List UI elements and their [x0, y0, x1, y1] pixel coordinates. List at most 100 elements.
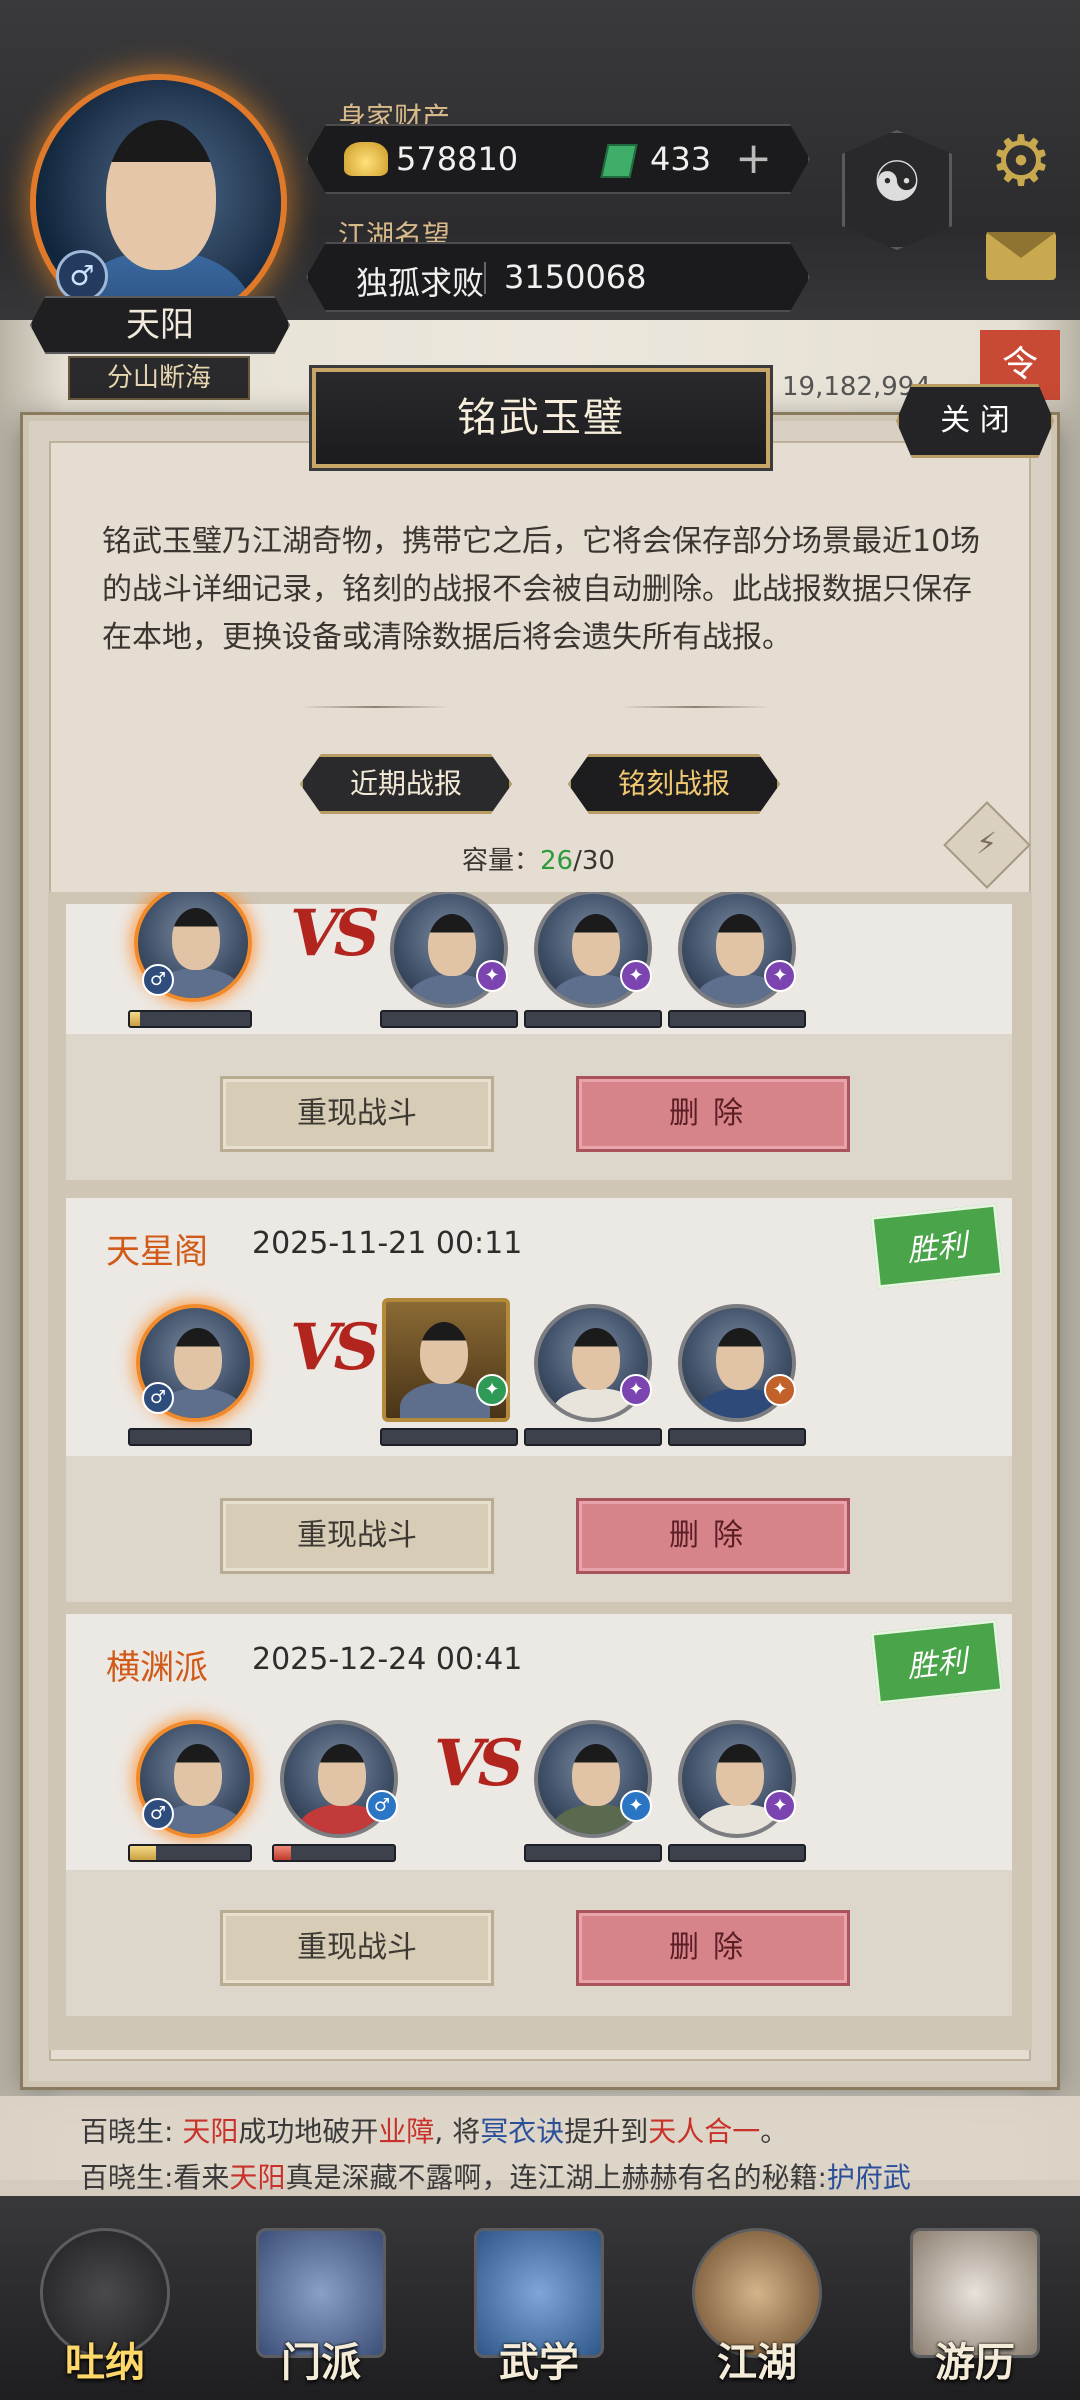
enemy-hp-bar: [524, 1844, 662, 1862]
ally-hp-bar: [272, 1844, 396, 1862]
enemy-hp-bar: [524, 1010, 662, 1028]
hp-fill: [130, 1012, 140, 1026]
mail-icon[interactable]: [986, 232, 1056, 280]
capacity-label: 容量：: [462, 846, 541, 876]
nav-jianghu[interactable]: 江湖: [672, 2200, 842, 2400]
male-gender-icon: ♂: [142, 1382, 174, 1414]
guild-name: 天星阁: [106, 1232, 208, 1272]
portrait-head: [420, 1322, 468, 1384]
nav-martial-arts[interactable]: 武学: [454, 2200, 624, 2400]
card-actions: [66, 1456, 1012, 1602]
nav-travel[interactable]: 游历: [890, 2200, 1060, 2400]
portrait-head: [428, 914, 476, 976]
replay-battle-button[interactable]: 重现战斗: [220, 1910, 494, 1986]
chat-text: , 将: [434, 2115, 481, 2148]
chat-player-name: 天阳: [229, 2161, 286, 2194]
battle-report-list[interactable]: ♂ VS ✦ ✦ ✦ 重现战斗 删除 天星阁 2025-11-21 00:11 …: [48, 892, 1032, 2050]
portrait-head: [572, 1744, 620, 1806]
gold-amount: 578810: [396, 140, 519, 178]
male-gender-icon: ♂: [142, 1798, 174, 1830]
yinyang-icon[interactable]: ☯: [842, 130, 952, 250]
jade-amount: 433: [650, 140, 712, 178]
chat-keyword: 业障: [378, 2115, 435, 2148]
jade-icon: [600, 144, 638, 178]
battle-date: 2025-11-21 00:11: [252, 1226, 523, 1261]
avatar-face: [106, 120, 216, 270]
chat-text: 成功地破开: [238, 2115, 379, 2148]
guild-name: 横渊派: [106, 1648, 208, 1688]
male-gender-icon: ♂: [142, 964, 174, 996]
vs-mark: VS: [290, 1310, 380, 1385]
replay-battle-button[interactable]: 重现战斗: [220, 1498, 494, 1574]
chat-keyword: 天人合一: [648, 2115, 761, 2148]
gear-icon[interactable]: ⚙: [984, 124, 1058, 198]
nav-label: 吐纳: [65, 2340, 145, 2386]
player-hp-bar: [128, 1428, 252, 1446]
portrait-head: [716, 1744, 764, 1806]
capacity-readout: 容量：26/30: [462, 840, 615, 877]
sect-badge-icon: ✦: [764, 1790, 796, 1822]
sect-badge-icon: ✦: [476, 1374, 508, 1406]
chat-skill-name: 护府武: [826, 2161, 911, 2194]
card-actions: [66, 1034, 1012, 1180]
close-button[interactable]: 关 闭: [896, 384, 1054, 458]
enemy-hp-bar: [380, 1428, 518, 1446]
nav-label: 游历: [935, 2340, 1015, 2386]
sect-badge-icon: ✦: [476, 960, 508, 992]
tab-engraved-reports[interactable]: 铭刻战报: [568, 754, 780, 814]
portrait-head: [716, 1328, 764, 1390]
sect-badge-icon: ♂: [366, 1790, 398, 1822]
fame-separator: [484, 262, 486, 294]
replay-battle-button[interactable]: 重现战斗: [220, 1076, 494, 1152]
portrait-head: [572, 1328, 620, 1390]
fame-bar: 独孤求败 3150068: [306, 242, 810, 312]
modal-title: 铭武玉璧: [312, 368, 770, 468]
enemy-hp-bar: [668, 1428, 806, 1446]
capacity-current: 26: [540, 846, 574, 876]
nav-label: 武学: [499, 2340, 579, 2386]
delete-report-button[interactable]: 删除: [576, 1910, 850, 1986]
add-currency-button[interactable]: +: [735, 136, 772, 182]
battle-card: ♂ VS ✦ ✦ ✦ 重现战斗 删除: [66, 892, 1012, 1180]
bottom-navigation: 吐纳 门派 武学 江湖 游历: [0, 2200, 1080, 2400]
chat-speaker: 百晓生:: [80, 2115, 183, 2148]
capacity-max: /30: [573, 846, 615, 876]
delete-report-button[interactable]: 删除: [576, 1498, 850, 1574]
divider-left: [300, 706, 450, 708]
sect-badge-icon: ✦: [620, 1790, 652, 1822]
nav-meditate[interactable]: 吐纳: [20, 2200, 190, 2400]
fame-rank: 独孤求败: [356, 264, 485, 302]
player-hp-bar: [128, 1010, 252, 1028]
hp-fill: [274, 1846, 291, 1860]
card-actions: [66, 1870, 1012, 2016]
chat-text: 提升到: [564, 2115, 649, 2148]
enemy-hp-bar: [668, 1010, 806, 1028]
chat-log[interactable]: 百晓生: 天阳成功地破开业障, 将冥衣诀提升到天人合一。 百晓生:看来天阳真是深…: [0, 2096, 1080, 2196]
chat-text: 百晓生:看来: [80, 2161, 230, 2194]
wealth-bar: 578810 433 +: [306, 124, 810, 194]
player-title: 分山断海: [68, 356, 250, 400]
modal-description: 铭武玉璧乃江湖奇物，携带它之后，它将会保存部分场景最近10场的战斗详细记录，铭刻…: [102, 524, 981, 655]
gold-ingot-icon: [344, 142, 388, 176]
sect-badge-icon: ✦: [620, 960, 652, 992]
chat-skill-name: 冥衣诀: [480, 2115, 565, 2148]
player-hp-bar: [128, 1844, 252, 1862]
hp-fill: [130, 1846, 157, 1860]
portrait-head: [174, 1328, 222, 1390]
portrait-head: [318, 1744, 366, 1806]
nav-label: 江湖: [717, 2340, 797, 2386]
vs-mark: VS: [434, 1726, 524, 1801]
victory-stamp: 胜利: [870, 1203, 1004, 1289]
player-name: 天阳: [30, 296, 290, 354]
victory-stamp: 胜利: [870, 1619, 1004, 1705]
sect-badge-icon: ✦: [764, 1374, 796, 1406]
chat-player-name: 天阳: [182, 2115, 239, 2148]
delete-report-button[interactable]: 删除: [576, 1076, 850, 1152]
vs-mark: VS: [290, 896, 380, 971]
male-gender-icon: ♂: [56, 250, 108, 302]
nav-sect[interactable]: 门派: [236, 2200, 406, 2400]
tab-recent-reports[interactable]: 近期战报: [300, 754, 512, 814]
battle-card: 横渊派 2025-12-24 00:41 胜利 ♂ ♂ VS ✦ ✦ 重现战斗 …: [66, 1614, 1012, 2016]
chat-text: 真是深藏不露啊，连江湖上赫赫有名的秘籍:: [285, 2161, 827, 2194]
sect-badge-icon: ✦: [620, 1374, 652, 1406]
